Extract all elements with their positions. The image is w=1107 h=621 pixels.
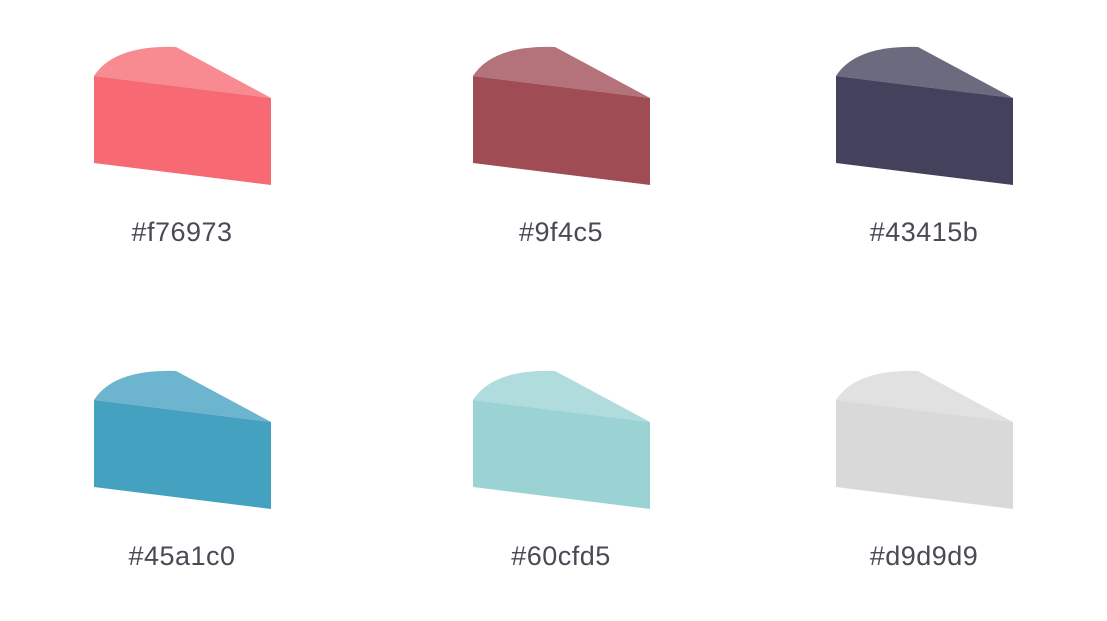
hex-label: #9f4c5 xyxy=(518,217,604,247)
hex-label: #f76973 xyxy=(131,217,233,247)
cake-slice-icon xyxy=(473,46,650,185)
swatch-2: #9f4c5 xyxy=(441,20,681,260)
hex-label: #43415b xyxy=(869,217,979,247)
hex-label: #45a1c0 xyxy=(128,541,236,571)
hex-label: #d9d9d9 xyxy=(869,541,979,571)
swatch-6: #d9d9d9 xyxy=(804,344,1044,584)
cake-slice-icon xyxy=(94,46,271,185)
cake-slice-icon xyxy=(94,370,271,509)
swatch-3: #43415b xyxy=(804,20,1044,260)
swatch-4: #45a1c0 xyxy=(62,344,302,584)
cake-slice-icon xyxy=(836,370,1013,509)
hex-label: #60cfd5 xyxy=(511,541,611,571)
swatch-5: #60cfd5 xyxy=(441,344,681,584)
swatch-1: #f76973 xyxy=(62,20,302,260)
cake-slice-icon xyxy=(836,46,1013,185)
cake-slice-icon xyxy=(473,370,650,509)
